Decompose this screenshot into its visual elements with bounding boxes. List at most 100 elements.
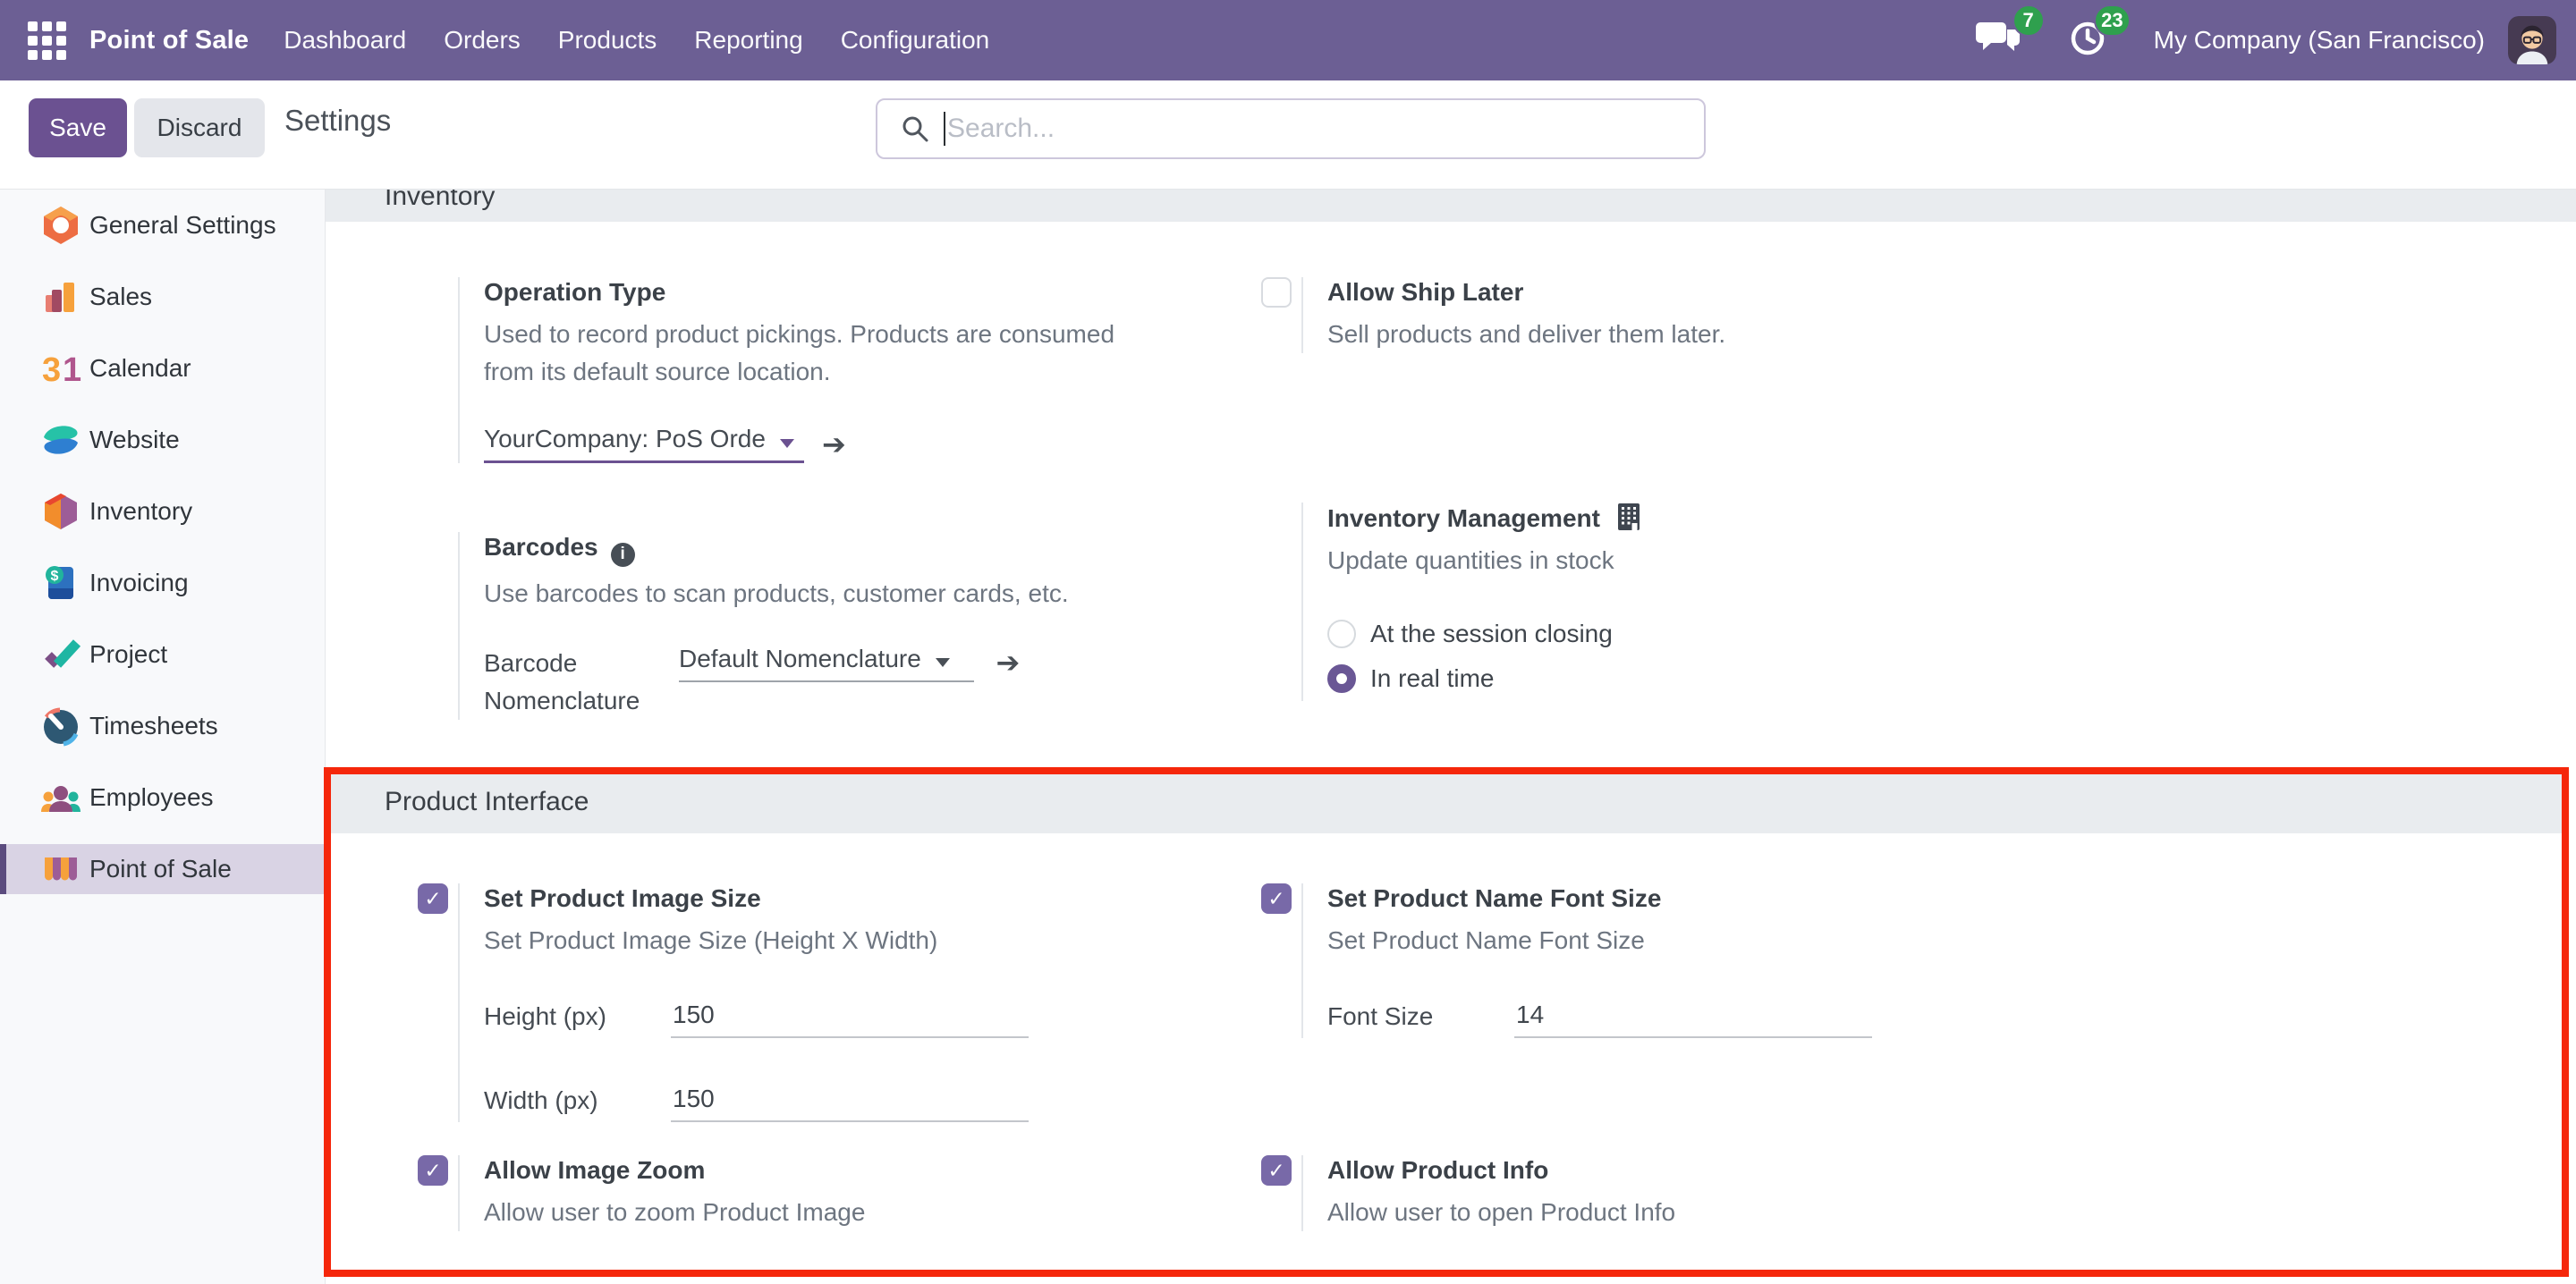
- search-icon: [901, 114, 929, 143]
- radio-selected-icon: [1327, 664, 1356, 693]
- chevron-down-icon: [780, 439, 794, 448]
- app-brand[interactable]: Point of Sale: [89, 26, 249, 55]
- page-title: Settings: [284, 104, 391, 138]
- menu-products[interactable]: Products: [539, 0, 676, 80]
- setting-description: Allow user to open Product Info: [1327, 1194, 2089, 1231]
- setting-allow-image-zoom: ✓ Allow Image Zoom Allow user to zoom Pr…: [418, 1155, 1234, 1231]
- top-navbar: Point of Sale Dashboard Orders Products …: [0, 0, 2576, 80]
- settings-sidebar: General Settings Sales 3 1 Calendar Webs…: [0, 190, 326, 1284]
- general-settings-icon: [39, 204, 82, 247]
- setting-description: Allow user to zoom Product Image: [484, 1194, 1234, 1231]
- field-label: Height (px): [484, 1002, 671, 1038]
- top-menu: Dashboard Orders Products Reporting Conf…: [265, 0, 1008, 80]
- info-icon[interactable]: i: [611, 543, 635, 567]
- setting-set-product-name-font-size: ✓ Set Product Name Font Size Set Product…: [1261, 883, 2089, 1038]
- sidebar-item-invoicing[interactable]: $ Invoicing: [0, 558, 325, 608]
- sidebar-item-general-settings[interactable]: General Settings: [0, 200, 325, 250]
- setting-label: Operation Type: [484, 277, 665, 308]
- set-product-name-font-size-checkbox[interactable]: ✓: [1261, 883, 1292, 914]
- menu-reporting[interactable]: Reporting: [675, 0, 821, 80]
- field-label: Width (px): [484, 1086, 671, 1122]
- sidebar-item-label: Project: [89, 640, 167, 669]
- setting-label: Allow Image Zoom: [484, 1155, 705, 1186]
- project-icon: [39, 633, 82, 676]
- setting-description: Use barcodes to scan products, customer …: [484, 575, 1234, 612]
- section-header-product-interface: Product Interface: [326, 771, 2562, 833]
- text-caret: [944, 112, 945, 146]
- sidebar-item-sales[interactable]: Sales: [0, 272, 325, 322]
- width-px-input[interactable]: [671, 1085, 1029, 1122]
- font-size-input[interactable]: [1514, 1001, 1872, 1038]
- search-box[interactable]: [876, 98, 1706, 159]
- sidebar-item-project[interactable]: Project: [0, 629, 325, 680]
- operation-type-select[interactable]: YourCompany: PoS Orde: [484, 425, 804, 463]
- setting-label: Barcodes: [484, 532, 598, 562]
- field-label: Barcode Nomenclature: [484, 645, 679, 720]
- setting-description: Used to record product pickings. Product…: [484, 316, 1234, 391]
- allow-ship-later-checkbox[interactable]: [1261, 277, 1292, 308]
- menu-orders[interactable]: Orders: [425, 0, 539, 80]
- sidebar-item-calendar[interactable]: 3 1 Calendar: [0, 343, 325, 393]
- sidebar-item-timesheets[interactable]: Timesheets: [0, 701, 325, 751]
- internal-link-arrow-icon[interactable]: ➔: [822, 427, 846, 461]
- activities-button[interactable]: 23: [2068, 19, 2107, 63]
- section-title: Product Interface: [326, 787, 589, 817]
- setting-label: Allow Product Info: [1327, 1155, 1548, 1186]
- apps-grid-icon[interactable]: [27, 21, 66, 60]
- building-icon: [1616, 503, 1641, 531]
- setting-description: Sell products and deliver them later.: [1327, 316, 2089, 353]
- setting-description: Update quantities in stock: [1327, 542, 2089, 579]
- sidebar-item-label: Timesheets: [89, 712, 218, 740]
- menu-dashboard[interactable]: Dashboard: [265, 0, 425, 80]
- allow-product-info-checkbox[interactable]: ✓: [1261, 1155, 1292, 1186]
- sidebar-item-label: Sales: [89, 283, 152, 311]
- setting-inventory-management: Inventory Management Update quantities i…: [1261, 503, 2089, 701]
- svg-text:1: 1: [63, 351, 81, 389]
- sidebar-item-label: Invoicing: [89, 569, 189, 597]
- menu-configuration[interactable]: Configuration: [822, 0, 1009, 80]
- settings-content: Inventory Operation Type Used to record …: [326, 190, 2576, 1284]
- setting-label: Inventory Management: [1327, 503, 1600, 534]
- field-label: Font Size: [1327, 1002, 1514, 1038]
- allow-image-zoom-checkbox[interactable]: ✓: [418, 1155, 448, 1186]
- company-switcher[interactable]: My Company (San Francisco): [2154, 26, 2485, 55]
- setting-allow-ship-later: Allow Ship Later Sell products and deliv…: [1261, 277, 2089, 353]
- timesheets-icon: [39, 705, 82, 748]
- employees-icon: [39, 776, 82, 819]
- avatar-image: [2508, 16, 2556, 64]
- set-product-image-size-checkbox[interactable]: ✓: [418, 883, 448, 914]
- save-button[interactable]: Save: [29, 98, 127, 157]
- invoicing-icon: $: [39, 562, 82, 604]
- sidebar-item-website[interactable]: Website: [0, 415, 325, 465]
- sidebar-item-label: Inventory: [89, 497, 192, 526]
- setting-allow-product-info: ✓ Allow Product Info Allow user to open …: [1261, 1155, 2089, 1231]
- messages-button[interactable]: 7: [1975, 19, 2021, 63]
- internal-link-arrow-icon[interactable]: ➔: [996, 646, 1020, 680]
- discard-button[interactable]: Discard: [134, 98, 265, 157]
- sales-icon: [39, 275, 82, 318]
- search-input[interactable]: [947, 102, 1704, 156]
- sidebar-item-inventory[interactable]: Inventory: [0, 486, 325, 536]
- radio-option-real-time[interactable]: In real time: [1327, 656, 2089, 701]
- messages-badge: 7: [2012, 4, 2045, 37]
- user-avatar[interactable]: [2508, 16, 2556, 64]
- point-of-sale-icon: [39, 848, 82, 891]
- svg-text:3: 3: [42, 351, 61, 389]
- chevron-down-icon: [936, 658, 950, 667]
- sidebar-item-employees[interactable]: Employees: [0, 773, 325, 823]
- height-px-input[interactable]: [671, 1001, 1029, 1038]
- setting-description: Set Product Name Font Size: [1327, 922, 2089, 959]
- section-header-inventory: Inventory: [326, 190, 2576, 222]
- sidebar-item-point-of-sale[interactable]: Point of Sale: [0, 844, 325, 894]
- setting-label: Set Product Name Font Size: [1327, 883, 1661, 914]
- radio-option-session-closing[interactable]: At the session closing: [1327, 612, 2089, 656]
- svg-text:$: $: [51, 569, 59, 584]
- control-panel: Save Discard Settings: [0, 80, 2576, 190]
- sidebar-item-label: Calendar: [89, 354, 191, 383]
- setting-description: Set Product Image Size (Height X Width): [484, 922, 1234, 959]
- inventory-icon: [39, 490, 82, 533]
- radio-icon: [1327, 620, 1356, 648]
- sidebar-item-label: Website: [89, 426, 180, 454]
- barcode-nomenclature-select[interactable]: Default Nomenclature: [679, 645, 974, 682]
- sidebar-item-label: Employees: [89, 783, 214, 812]
